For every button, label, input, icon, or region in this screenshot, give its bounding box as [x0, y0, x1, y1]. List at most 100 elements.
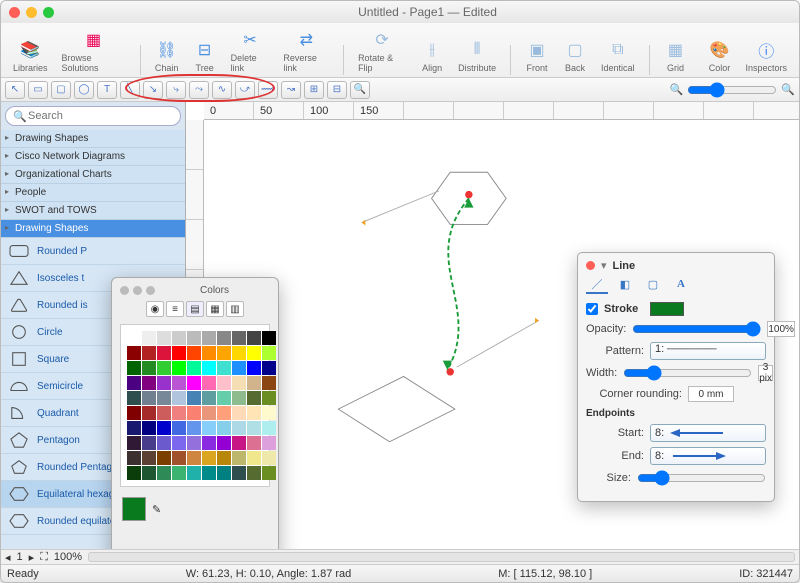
- color-swatch[interactable]: [217, 346, 231, 360]
- color-swatch[interactable]: [187, 436, 201, 450]
- color-swatch[interactable]: [157, 391, 171, 405]
- color-swatch[interactable]: [217, 466, 231, 480]
- palette-tab[interactable]: ▤: [186, 301, 204, 317]
- color-swatch[interactable]: [232, 466, 246, 480]
- chain-button[interactable]: ⛓Chain: [151, 37, 183, 75]
- color-swatch[interactable]: [187, 331, 201, 345]
- color-swatch[interactable]: [217, 361, 231, 375]
- color-swatch[interactable]: [232, 331, 246, 345]
- ellipse-tool[interactable]: ◯: [74, 81, 94, 99]
- zoom-icon[interactable]: [43, 7, 54, 18]
- color-swatch[interactable]: [202, 436, 216, 450]
- color-swatch[interactable]: [217, 406, 231, 420]
- crayons-tab[interactable]: ▥: [226, 301, 244, 317]
- color-swatch[interactable]: [247, 361, 261, 375]
- color-swatch[interactable]: [232, 346, 246, 360]
- category-item[interactable]: Drawing Shapes: [1, 130, 185, 148]
- color-swatch[interactable]: [187, 376, 201, 390]
- color-swatch[interactable]: [187, 361, 201, 375]
- stroke-color-swatch[interactable]: [650, 302, 684, 316]
- color-swatch[interactable]: [262, 346, 276, 360]
- rounded-rect-tool[interactable]: ▢: [51, 81, 71, 99]
- color-swatch[interactable]: [232, 451, 246, 465]
- color-swatch[interactable]: [262, 361, 276, 375]
- color-button[interactable]: 🎨Color: [703, 37, 735, 75]
- color-swatch[interactable]: [127, 421, 141, 435]
- color-swatch[interactable]: [157, 466, 171, 480]
- color-swatch[interactable]: [142, 421, 156, 435]
- color-swatch[interactable]: [142, 451, 156, 465]
- color-swatch[interactable]: [247, 421, 261, 435]
- color-swatch[interactable]: [172, 361, 186, 375]
- color-swatch[interactable]: [262, 331, 276, 345]
- connector-1-tool[interactable]: ↘: [143, 81, 163, 99]
- zoom-icon[interactable]: [146, 286, 155, 295]
- category-item[interactable]: People: [1, 184, 185, 202]
- color-swatch[interactable]: [157, 346, 171, 360]
- color-swatch[interactable]: [202, 421, 216, 435]
- group-tool-2[interactable]: ⊟: [327, 81, 347, 99]
- close-icon[interactable]: [9, 7, 20, 18]
- color-swatch[interactable]: [217, 391, 231, 405]
- color-swatch[interactable]: [172, 346, 186, 360]
- color-swatch[interactable]: [217, 451, 231, 465]
- color-swatch[interactable]: [157, 421, 171, 435]
- inspectors-button[interactable]: ⓘInspectors: [741, 37, 791, 75]
- color-swatch[interactable]: [172, 331, 186, 345]
- delete-link-button[interactable]: ✂Delete link: [227, 27, 274, 75]
- color-swatch[interactable]: [187, 346, 201, 360]
- color-swatch[interactable]: [157, 331, 171, 345]
- color-swatch[interactable]: [247, 346, 261, 360]
- eyedropper-icon[interactable]: ✎: [152, 503, 161, 516]
- group-tool-1[interactable]: ⊞: [304, 81, 324, 99]
- color-swatches[interactable]: [120, 324, 270, 487]
- align-button[interactable]: ⫲Align: [416, 37, 448, 75]
- color-swatch[interactable]: [127, 406, 141, 420]
- connector-7-tool[interactable]: ↝: [281, 81, 301, 99]
- color-swatch[interactable]: [247, 436, 261, 450]
- color-swatch[interactable]: [262, 391, 276, 405]
- color-swatch[interactable]: [262, 466, 276, 480]
- category-item[interactable]: Organizational Charts: [1, 166, 185, 184]
- wheel-tab[interactable]: ◉: [146, 301, 164, 317]
- color-swatch[interactable]: [142, 466, 156, 480]
- color-swatch[interactable]: [217, 376, 231, 390]
- color-swatch[interactable]: [187, 391, 201, 405]
- color-swatch[interactable]: [172, 391, 186, 405]
- color-swatch[interactable]: [127, 451, 141, 465]
- color-swatch[interactable]: [202, 346, 216, 360]
- color-swatch[interactable]: [127, 361, 141, 375]
- category-item[interactable]: Cisco Network Diagrams: [1, 148, 185, 166]
- tree-button[interactable]: ⊟Tree: [189, 37, 221, 75]
- color-swatch[interactable]: [172, 466, 186, 480]
- text-tool[interactable]: T: [97, 81, 117, 99]
- stroke-tab[interactable]: ／: [586, 276, 608, 294]
- color-swatch[interactable]: [262, 451, 276, 465]
- color-swatch[interactable]: [127, 436, 141, 450]
- rotate-flip-button[interactable]: ⟳Rotate & Flip: [354, 27, 410, 75]
- color-swatch[interactable]: [172, 436, 186, 450]
- color-swatch[interactable]: [247, 466, 261, 480]
- color-swatch[interactable]: [202, 466, 216, 480]
- color-swatch[interactable]: [202, 376, 216, 390]
- h-scrollbar[interactable]: [88, 552, 795, 562]
- color-swatch[interactable]: [187, 466, 201, 480]
- browse-solutions-button[interactable]: ▦Browse Solutions: [58, 27, 130, 75]
- color-swatch[interactable]: [232, 421, 246, 435]
- front-button[interactable]: ▣Front: [521, 37, 553, 75]
- color-swatch[interactable]: [202, 451, 216, 465]
- color-swatch[interactable]: [232, 406, 246, 420]
- start-arrow-select[interactable]: 8:: [650, 424, 766, 442]
- search-input[interactable]: [5, 106, 181, 126]
- sliders-tab[interactable]: ≡: [166, 301, 184, 317]
- minimize-icon[interactable]: [26, 7, 37, 18]
- zoom-slider[interactable]: 🔍 🔍: [670, 82, 795, 98]
- close-icon[interactable]: [120, 286, 129, 295]
- connector-3-tool[interactable]: ⤳: [189, 81, 209, 99]
- text-tab[interactable]: A: [670, 276, 692, 294]
- color-swatch[interactable]: [232, 436, 246, 450]
- page-nav-prev[interactable]: ◂: [5, 551, 11, 564]
- close-icon[interactable]: [586, 261, 595, 270]
- end-arrow-select[interactable]: 8:: [650, 447, 766, 465]
- color-swatch[interactable]: [157, 451, 171, 465]
